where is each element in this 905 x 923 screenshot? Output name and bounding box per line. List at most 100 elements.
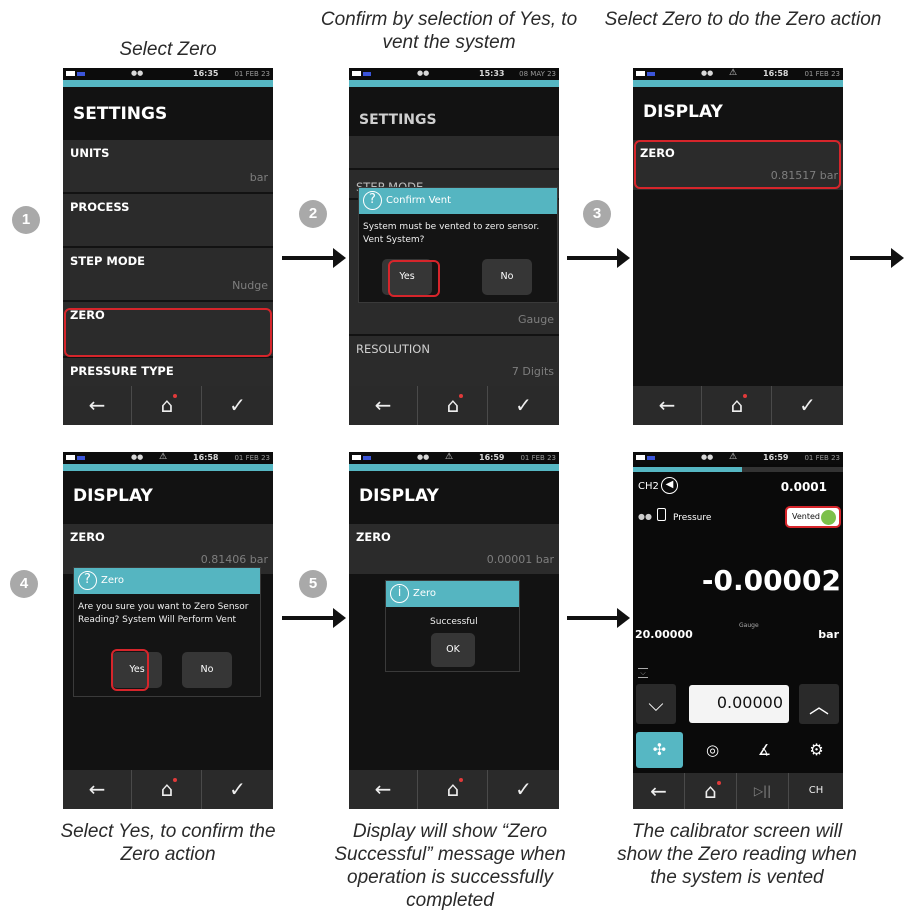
- power-icon: [77, 72, 85, 76]
- home-icon: ⌂: [704, 779, 717, 803]
- screen-display-zero-confirm: ●● ⚠ 16:58 01 FEB 23 DISPLAY ZERO 0.8140…: [63, 452, 273, 809]
- question-icon: ?: [78, 571, 97, 590]
- home-icon: ⌂: [730, 393, 744, 417]
- pressure-gauge-icon: [657, 508, 666, 521]
- caption-step-5: Display will show “Zero Successful” mess…: [334, 821, 566, 911]
- measure-button[interactable]: ∡: [741, 732, 788, 768]
- confirm-button[interactable]: ✓: [489, 770, 558, 809]
- battery-icon: [636, 71, 645, 76]
- item-label: ZERO: [70, 530, 105, 544]
- progress-bar: [633, 467, 843, 472]
- clock: 16:35: [193, 69, 219, 78]
- settings-item-process[interactable]: PROCESS: [63, 192, 273, 246]
- header-accent: [349, 464, 559, 471]
- home-button[interactable]: ⌂: [419, 386, 488, 425]
- power-icon: [363, 456, 371, 460]
- notification-dot: [459, 394, 463, 398]
- dialog-title: Zero: [413, 588, 437, 599]
- highlight-box: [64, 308, 272, 357]
- item-value: Gauge: [518, 313, 554, 326]
- item-value: Nudge: [232, 279, 268, 292]
- settings-button[interactable]: ⚙: [793, 732, 840, 768]
- confirm-button[interactable]: ✓: [203, 770, 272, 809]
- bottom-nav: ← ⌂ ✓: [633, 386, 843, 425]
- settings-item-pressure-type[interactable]: PRESSURE TYPE: [63, 356, 273, 386]
- vented-icon: [821, 510, 836, 525]
- back-button[interactable]: ←: [63, 770, 132, 809]
- home-icon: ⌂: [446, 777, 460, 801]
- decrement-button[interactable]: ⌵: [636, 684, 676, 724]
- power-icon: [647, 456, 655, 460]
- channel-switch-button[interactable]: CH: [789, 773, 843, 809]
- caption-step-2: Confirm by selection of Yes, to vent the…: [320, 9, 578, 53]
- warning-icon: ⚠: [729, 68, 738, 78]
- settings-item-resolution[interactable]: RESOLUTION 7 Digits: [349, 334, 559, 386]
- flow-arrow: [282, 608, 346, 628]
- confirm-button[interactable]: ✓: [203, 386, 272, 425]
- status-bar: ●● ⚠ 16:59 01 FEB 23: [349, 452, 559, 464]
- settings-item-units[interactable]: UNITS bar: [63, 138, 273, 192]
- home-button[interactable]: ⌂: [133, 386, 202, 425]
- channel-arrow-icon[interactable]: ◀: [661, 477, 678, 494]
- confirm-button[interactable]: ✓: [773, 386, 842, 425]
- caption-step-3: Select Zero to do the Zero action: [604, 9, 882, 30]
- status-bar: ●● 16:35 01 FEB 23: [63, 68, 273, 80]
- caption-step-4: Select Yes, to confirm the Zero action: [60, 821, 276, 865]
- notification-dot: [459, 778, 463, 782]
- step-badge-3: 3: [583, 200, 611, 228]
- step-indicator-icon: ⌵: [638, 668, 648, 678]
- increment-button[interactable]: ︿: [799, 684, 839, 724]
- ok-button[interactable]: OK: [431, 633, 475, 667]
- back-button[interactable]: ←: [63, 386, 132, 425]
- confirm-button[interactable]: ✓: [489, 386, 558, 425]
- date: 01 FEB 23: [234, 70, 270, 78]
- back-icon: ←: [650, 779, 667, 803]
- back-button[interactable]: ←: [633, 773, 685, 809]
- home-icon: ⌂: [160, 393, 174, 417]
- back-button[interactable]: ←: [349, 770, 418, 809]
- highlight-box: [111, 649, 149, 691]
- dialog-title: Confirm Vent: [386, 195, 452, 206]
- battery-icon: [636, 455, 645, 460]
- mode-label: Pressure: [673, 513, 712, 523]
- clock: 15:33: [479, 69, 505, 78]
- gear-icon: ⚙: [809, 740, 824, 759]
- play-pause-button[interactable]: ▷||: [737, 773, 789, 809]
- vent-status-box[interactable]: Vented: [785, 506, 841, 528]
- status-bar: ●● ⚠ 16:58 01 FEB 23: [633, 68, 843, 80]
- home-button[interactable]: ⌂: [703, 386, 772, 425]
- step-badge-5: 5: [299, 570, 327, 598]
- settings-item-step-mode[interactable]: STEP MODE Nudge: [63, 246, 273, 300]
- battery-icon: [352, 71, 361, 76]
- zero-success-dialog: i Zero Successful OK: [385, 580, 520, 672]
- no-button[interactable]: No: [482, 259, 532, 295]
- info-icon: i: [390, 584, 409, 603]
- item-label: UNITS: [70, 146, 110, 160]
- home-button[interactable]: ⌂: [133, 770, 202, 809]
- back-button[interactable]: ←: [633, 386, 702, 425]
- page-title: DISPLAY: [359, 486, 439, 506]
- dialog-header: ? Confirm Vent: [359, 188, 557, 214]
- power-icon: [77, 456, 85, 460]
- check-icon: ✓: [515, 777, 532, 801]
- status-bar: ●● ⚠ 16:58 01 FEB 23: [63, 452, 273, 464]
- status-bar: ●● 15:33 08 MAY 23: [349, 68, 559, 80]
- dialog-title: Zero: [101, 575, 125, 586]
- home-button[interactable]: ⌂: [419, 770, 488, 809]
- fan-mode-button[interactable]: ✣: [636, 732, 683, 768]
- leak-test-button[interactable]: ◎: [689, 732, 736, 768]
- no-button[interactable]: No: [182, 652, 232, 688]
- back-button[interactable]: ←: [349, 386, 418, 425]
- sensor-icon: ●●: [638, 512, 652, 521]
- date: 01 FEB 23: [804, 454, 840, 462]
- display-item-zero[interactable]: ZERO 0.00001 bar: [349, 522, 559, 574]
- page-title: SETTINGS: [359, 112, 437, 128]
- zero-dialog: ? Zero Are you sure you want to Zero Sen…: [73, 567, 261, 697]
- home-button[interactable]: ⌂: [685, 773, 737, 809]
- setpoint-field[interactable]: 0.00000: [689, 685, 789, 723]
- play-pause-icon: ▷||: [753, 784, 772, 798]
- top-reading: 0.0001: [780, 480, 827, 494]
- warning-icon: ⚠: [729, 452, 738, 462]
- header-accent: [633, 80, 843, 87]
- bottom-nav: ← ⌂ ✓: [349, 770, 559, 809]
